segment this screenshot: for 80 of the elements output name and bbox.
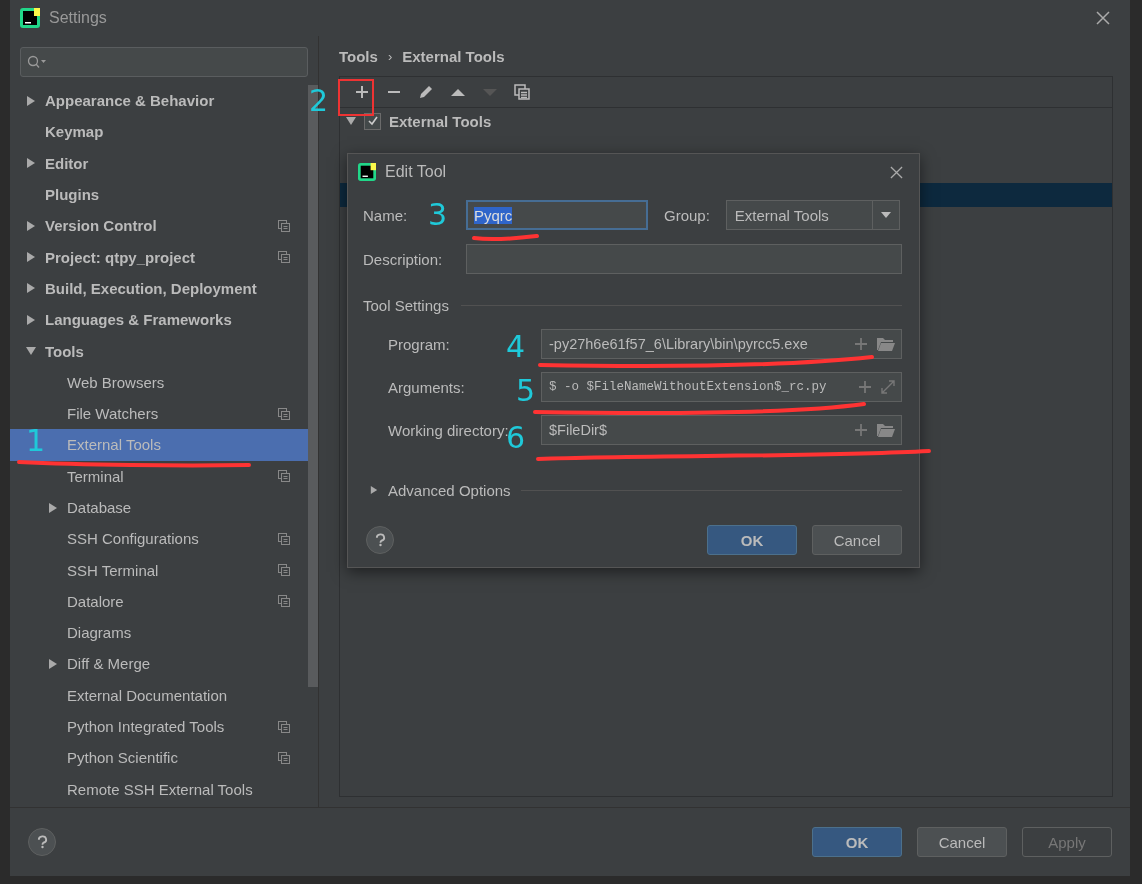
field-label: Program: [388,335,450,353]
sidebar-item[interactable]: Python Scientific [10,742,308,774]
sidebar-item[interactable]: Remote SSH External Tools [10,773,308,805]
expand-triangle-icon[interactable] [48,502,58,513]
sidebar-item[interactable]: Terminal [10,460,308,492]
folder-icon[interactable] [877,337,895,351]
name-field[interactable]: Pyqrc [466,200,648,230]
sidebar-item[interactable]: Languages & Frameworks [10,304,308,336]
expand-triangle-icon[interactable] [26,314,36,325]
expand-triangle-icon[interactable] [26,220,36,231]
question-mark-icon [374,533,386,547]
sidebar-item[interactable]: Build, Execution, Deployment [10,272,308,305]
input-field[interactable]: -py27h6e61f57_6\Library\bin\pyrcc5.exe [541,329,902,359]
expand-triangle-icon[interactable] [370,485,378,495]
collapse-triangle-icon[interactable] [26,346,36,356]
sidebar-item[interactable]: Tools [10,335,308,367]
step-number: 5 [516,376,536,406]
sidebar-item[interactable]: Datalore [10,585,308,618]
field-value: Pyqrc [474,206,513,224]
search-field[interactable] [20,47,308,77]
sidebar-item[interactable]: Project: qtpy_project [10,241,308,273]
help-button[interactable] [366,526,394,554]
help-button[interactable] [28,828,56,856]
field-label: Group: [664,206,710,224]
dialog-title: Edit Tool [385,163,447,181]
field-label: Name: [363,206,408,224]
close-icon[interactable] [1096,11,1110,25]
expand-triangle-icon[interactable] [26,252,36,263]
field-value: $FileDir$ [549,422,608,438]
sidebar-item[interactable]: Diagrams [10,617,308,649]
collapse-triangle-icon[interactable] [346,116,356,126]
sidebar-item[interactable]: SSH Terminal [10,554,308,586]
sidebar-item[interactable]: Database [10,491,308,524]
expand-triangle-icon[interactable] [26,158,36,169]
expand-triangle-icon[interactable] [26,95,36,106]
section-title: Tool Settings [363,297,449,314]
checkbox[interactable] [364,112,381,130]
field-label: Arguments: [388,378,465,396]
window-title: Settings [49,9,107,27]
advanced-options-toggle[interactable]: Advanced Options [388,481,511,499]
app-logo-icon [20,8,40,28]
group-dropdown[interactable]: External Tools [725,200,900,230]
folder-icon[interactable] [877,423,895,437]
step-number: 6 [506,423,526,453]
sidebar-item[interactable]: Plugins [10,178,308,211]
dialog-button[interactable]: Cancel [812,525,902,555]
breadcrumb-item: Tools [339,47,378,65]
sidebar-item[interactable]: Keymap [10,116,308,148]
step-number: 4 [506,332,526,362]
field-value: -py27h6e61f57_6\Library\bin\pyrcc5.exe [549,336,809,352]
breadcrumb-item: External Tools [402,47,505,65]
field-value: $ -o $FileNameWithoutExtension$_rc.py [549,380,828,394]
search-icon [27,55,47,69]
breadcrumb-separator: › [387,48,393,64]
dropdown-arrow-icon [880,212,891,218]
sidebar-item[interactable]: Appearance & Behavior [10,85,308,117]
app-logo-icon [358,163,376,181]
sidebar-item[interactable]: External Documentation [10,679,308,711]
description-field[interactable] [466,244,902,274]
sidebar-item[interactable]: SSH Configurations [10,523,308,555]
input-field[interactable]: $FileDir$ [541,415,902,445]
tree-group-label: External Tools [389,112,492,130]
sidebar-item[interactable]: Editor [10,147,308,179]
sidebar-item[interactable]: Version Control [10,210,308,242]
dialog-button[interactable]: OK [707,525,797,555]
underline-mark [472,234,539,242]
step-number: 3 [428,200,448,230]
step-number: 2 [309,86,329,116]
sidebar-item[interactable]: Python Integrated Tools [10,710,308,743]
highlight-frame [338,79,374,116]
question-mark-icon [36,835,48,849]
sidebar-item[interactable]: Diff & Merge [10,648,308,680]
field-label: Description: [363,250,443,268]
dialog-button[interactable]: Cancel [917,827,1007,857]
expand-triangle-icon[interactable] [26,283,36,294]
sidebar-item[interactable]: Web Browsers [10,366,308,398]
close-icon[interactable] [890,165,903,179]
field-label: Working directory: [388,421,509,439]
dialog-button[interactable]: OK [812,827,902,857]
expand-triangle-icon[interactable] [48,659,58,669]
